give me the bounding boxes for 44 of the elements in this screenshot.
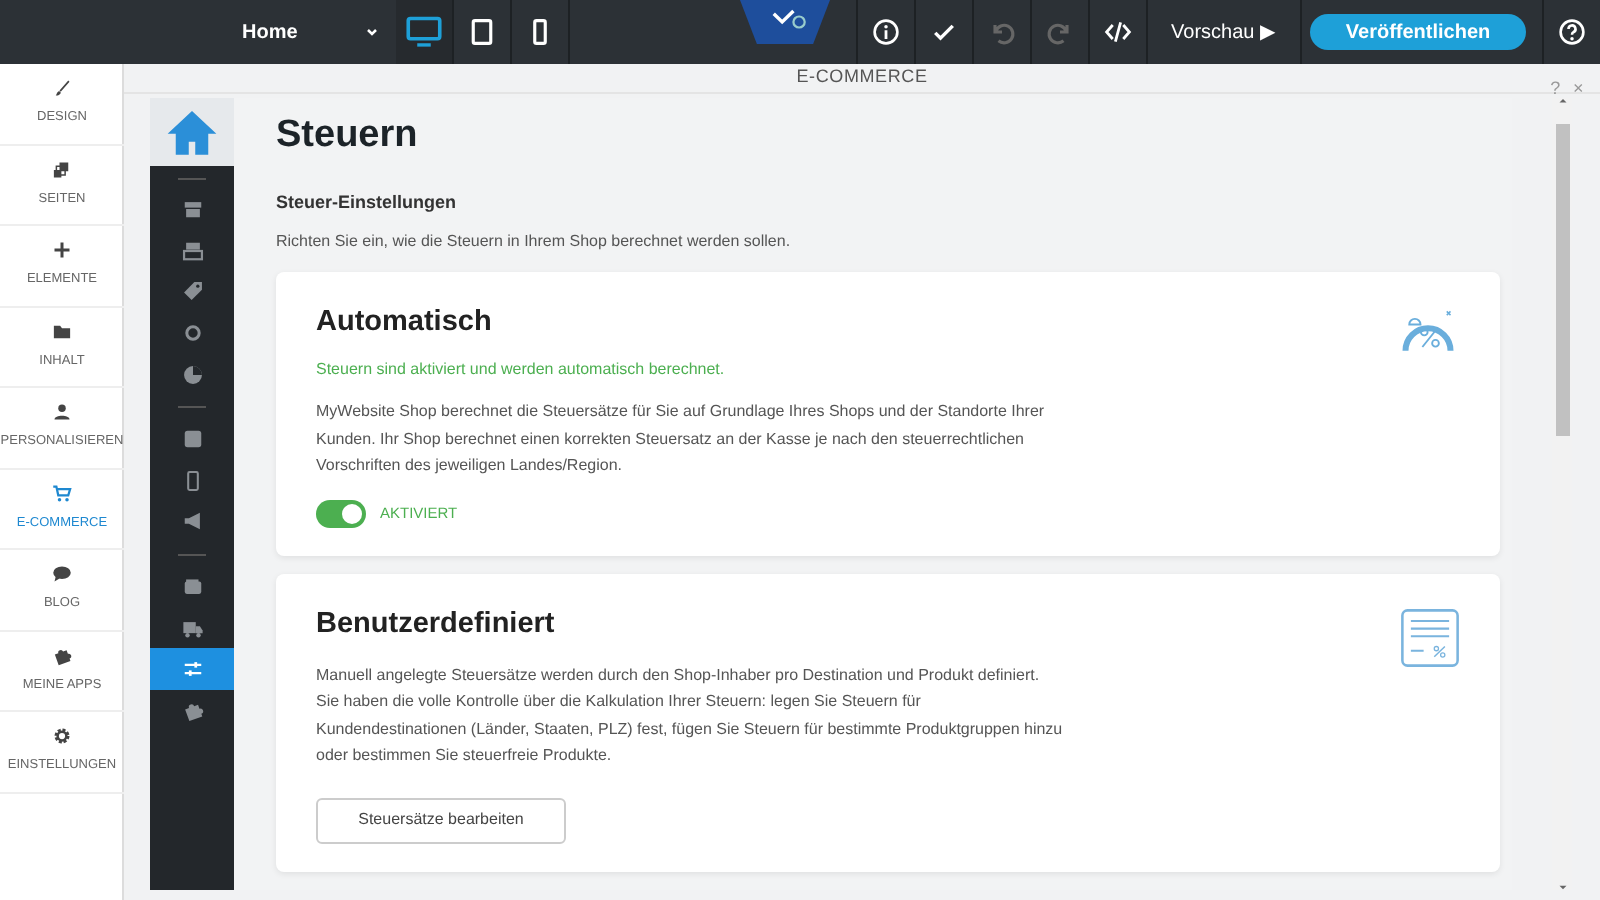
monitor-icon (401, 14, 446, 50)
tax-document-icon (1396, 603, 1464, 672)
square-icon (181, 428, 203, 451)
card-description: MyWebsite Shop berechnet die Steuersätze für Sie auf Grundlage Ihres Shops und der Standorte Ihrer Kunden. Ihr Shop berechnet einen korrekten Steuersatz an der Kasse je nach den steuerrechtlichen Vorschriften des jeweiligen Landes/Region. (316, 400, 1047, 479)
pages-icon (52, 159, 72, 180)
truck-icon (181, 617, 203, 640)
brush-icon (52, 78, 72, 99)
page-select[interactable]: Home (230, 0, 396, 64)
speech-bubble-icon (52, 564, 72, 585)
pie-chart-icon (181, 363, 203, 386)
desktop-view-button[interactable] (395, 0, 454, 64)
info-icon (871, 18, 900, 46)
card-title: Benutzerdefiniert (316, 605, 557, 644)
ring-icon (181, 322, 203, 345)
page-heading: Steuern (276, 111, 420, 159)
person-icon (52, 402, 72, 423)
house-icon (166, 105, 218, 157)
edit-tax-rates-button[interactable]: Steuersätze bearbeiten (316, 797, 566, 843)
status-message: Steuern sind aktiviert und werden automatisch berechnet. (316, 358, 727, 383)
gear-icon (52, 726, 72, 747)
panel-title: E-COMMERCE (796, 64, 928, 90)
redo-icon (1045, 18, 1074, 46)
help-icon (1558, 18, 1587, 46)
code-icon (1103, 18, 1132, 46)
home-button[interactable] (150, 97, 234, 165)
cart-icon (52, 483, 72, 504)
logo-drawing (739, 0, 830, 44)
phone-icon (181, 469, 203, 492)
tag-icon (181, 280, 203, 303)
chevron-down-icon (363, 24, 380, 40)
tablet-icon (467, 18, 496, 46)
undo-icon (987, 18, 1016, 46)
plus-icon (52, 240, 72, 261)
card-title: Automatisch (316, 303, 494, 341)
card-description: Manuell angelegte Steuersätze werden durch den Shop-Inhaber pro Destination und Produkt definiert. Sie haben die volle Kontrolle über die Kalkulation Ihrer Steuern: legen Sie Steuern für Kundendestinationen (Länder, Staaten, PLZ) fest, fügen Sie Steuern für bestimmte Produktgruppen hinzu oder bestimmen Sie steuerfreie Produkte. (316, 663, 1065, 768)
scrollbar-thumb[interactable] (1555, 123, 1569, 435)
megaphone-icon (181, 510, 203, 533)
sliders-icon (181, 658, 203, 681)
shop-nav-item[interactable] (150, 648, 234, 691)
toggle-switch[interactable] (316, 499, 366, 528)
preview-button[interactable]: Vorschau ▶ (1145, 0, 1301, 64)
section-heading: Steuer-Einstellungen (276, 190, 459, 216)
section-description: Richten Sie ein, wie die Steuern in Ihrem Shop berechnet werden sollen. (276, 229, 793, 253)
folder-icon (52, 321, 72, 342)
